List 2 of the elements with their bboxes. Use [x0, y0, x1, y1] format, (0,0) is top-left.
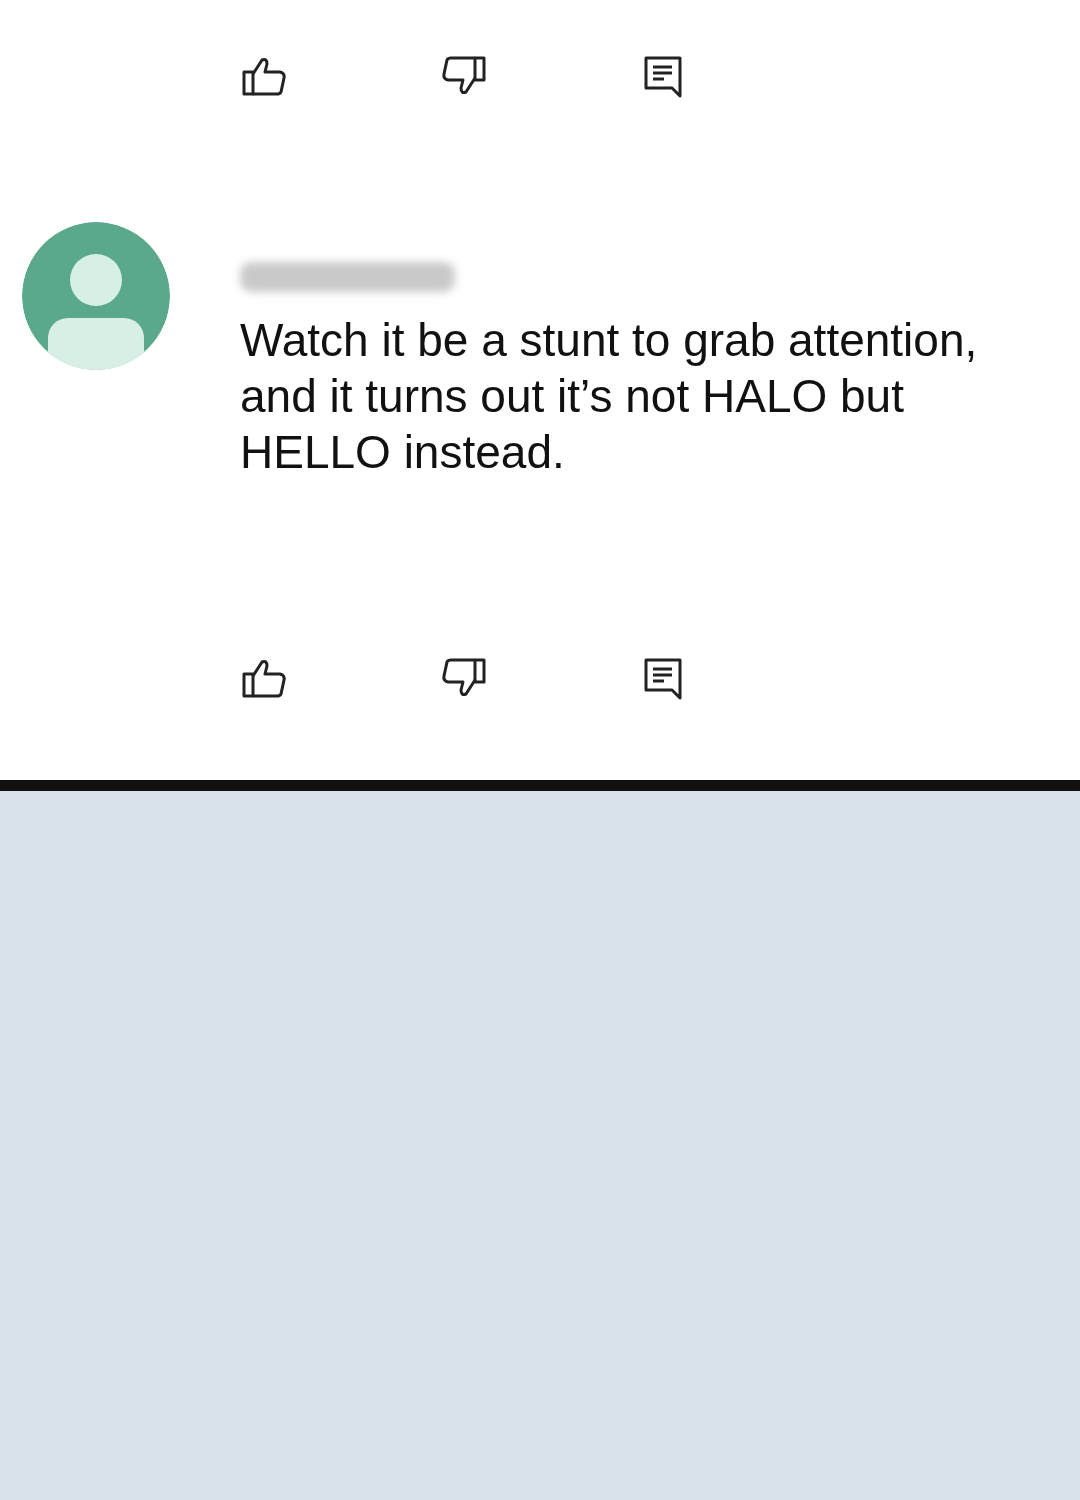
comment-text: Watch it be a stunt to grab attention, and it turns out it’s not HALO but HELLO instead. [240, 313, 979, 480]
avatar-icon [22, 222, 170, 370]
